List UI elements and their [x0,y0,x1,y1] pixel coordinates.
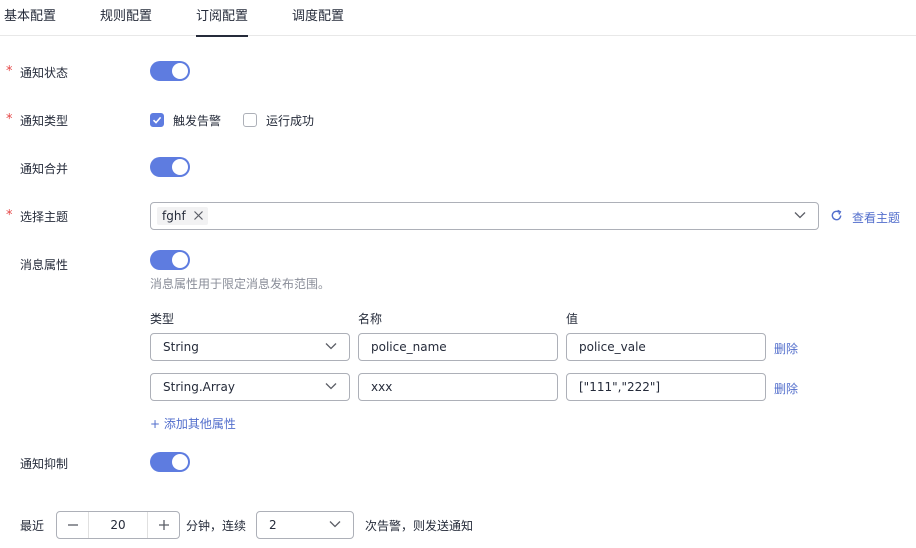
minutes-input[interactable] [89,512,147,538]
notify-merge-switch[interactable] [150,157,190,177]
attr-type-value: String [163,340,199,354]
suppress-suffix-text: 次告警，则发送通知 [365,519,474,533]
attr-type-select[interactable]: String [150,333,350,361]
col-header-type: 类型 [150,312,175,326]
message-attrs-label: 消息属性 [20,258,69,272]
view-topic-link[interactable]: 查看主题 [852,209,900,226]
notify-status-switch[interactable] [150,61,190,81]
col-header-name: 名称 [358,312,383,326]
tab-basic-config[interactable]: 基本配置 [4,8,56,36]
chevron-down-icon [329,521,341,528]
minutes-stepper [56,511,180,539]
count-select[interactable]: 2 [256,511,354,539]
plus-icon [159,520,169,530]
increment-button[interactable] [147,512,179,538]
refresh-icon[interactable] [830,209,843,222]
run-success-checkbox[interactable] [243,113,257,127]
attr-name-input[interactable] [358,373,558,401]
tab-subscription-config[interactable]: 订阅配置 [196,8,249,37]
add-attr-link[interactable]: + 添加其他属性 [150,415,236,432]
topic-select[interactable]: fghf [150,202,819,230]
attr-type-value: String.Array [163,380,235,394]
delete-attr-link[interactable]: 删除 [774,340,798,357]
minus-icon [68,524,78,526]
topic-tag: fghf [157,207,208,225]
message-attrs-switch[interactable] [150,250,190,270]
check-icon [152,116,162,124]
notify-suppress-label: 通知抑制 [20,457,69,471]
trigger-alarm-label: 触发告警 [173,114,222,128]
trigger-alarm-checkbox[interactable] [150,113,164,127]
attr-name-input[interactable] [358,333,558,361]
run-success-label: 运行成功 [266,114,315,128]
notify-status-label: 通知状态 [20,66,69,80]
chevron-down-icon [325,343,337,350]
notify-suppress-switch[interactable] [150,452,190,472]
delete-attr-link[interactable]: 删除 [774,380,798,397]
chevron-down-icon [325,383,337,390]
decrement-button[interactable] [57,512,89,538]
message-attrs-hint: 消息属性用于限定消息发布范围。 [150,277,331,291]
count-value: 2 [269,518,277,532]
notify-merge-label: 通知合并 [20,162,69,176]
attr-value-input[interactable] [566,373,766,401]
suppress-prefix-text: 最近 [20,519,45,533]
tab-schedule-config[interactable]: 调度配置 [292,8,344,36]
required-mark: * [6,208,13,223]
attr-type-select[interactable]: String.Array [150,373,350,401]
chevron-down-icon [794,212,806,219]
required-mark: * [6,64,13,79]
topic-tag-text: fghf [162,209,186,223]
tab-rule-config[interactable]: 规则配置 [100,8,152,36]
notify-type-label: 通知类型 [20,114,69,128]
close-icon[interactable] [193,210,204,221]
topic-label: 选择主题 [20,210,69,224]
attr-value-input[interactable] [566,333,766,361]
suppress-mid-text: 分钟，连续 [186,519,247,533]
col-header-value: 值 [566,312,579,326]
required-mark: * [6,112,13,127]
tab-bar: 基本配置 规则配置 订阅配置 调度配置 [0,0,916,37]
